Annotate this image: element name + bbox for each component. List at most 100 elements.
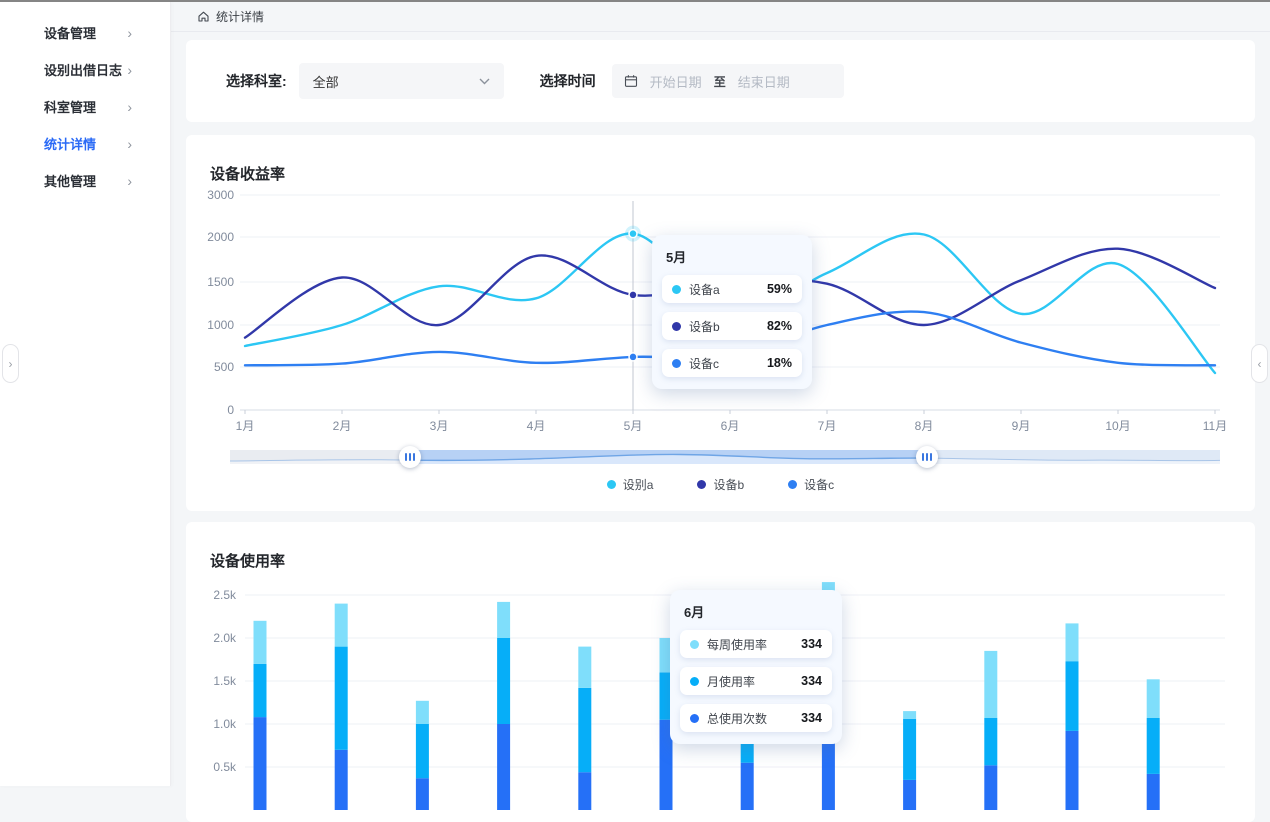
end-date-input[interactable]: 结束日期	[738, 72, 790, 91]
bar-segment	[416, 724, 429, 778]
highlight-dot	[629, 230, 637, 238]
legend-label: 设备c	[804, 476, 834, 493]
x-tick-label: 5月	[624, 419, 643, 433]
sidebar-item-label: 科室管理	[44, 97, 96, 116]
y-tick-label: 0.5k	[213, 760, 237, 774]
sidebar-item-other-management[interactable]: 其他管理 ›	[0, 162, 170, 199]
usage-chart-title: 设备使用率	[210, 550, 285, 571]
tooltip-row: 设备c 18%	[662, 349, 802, 377]
tooltip-row: 总使用次数 334	[680, 704, 832, 732]
highlight-dot	[629, 291, 637, 299]
chevron-down-icon	[479, 78, 490, 85]
bar-segment	[1147, 718, 1160, 774]
usage-chart-tooltip: 6月 每周使用率 334 月使用率 334 总使用次数 334	[670, 590, 842, 744]
legend-item-series-a[interactable]: 设别a	[607, 476, 654, 493]
legend-item-series-b[interactable]: 设备b	[697, 476, 744, 493]
bar-segment	[903, 719, 916, 780]
tooltip-row-value: 18%	[767, 356, 792, 370]
y-tick-label: 1.5k	[213, 674, 237, 688]
bar-segment	[1066, 731, 1079, 810]
bar-segment	[416, 701, 429, 724]
sidebar-item-label: 其他管理	[44, 171, 96, 190]
bar-segment	[1147, 679, 1160, 718]
tooltip-row: 设备b 82%	[662, 312, 802, 340]
tooltip-title: 5月	[666, 247, 802, 266]
sidebar-expand-button[interactable]: ›	[2, 344, 19, 383]
legend-item-series-c[interactable]: 设备c	[788, 476, 834, 493]
bar-segment	[254, 621, 267, 664]
x-tick-label: 11月	[1203, 419, 1227, 433]
breadcrumb-label: 统计详情	[216, 8, 264, 25]
tooltip-row-value: 334	[801, 637, 822, 651]
department-select-value: 全部	[313, 72, 339, 91]
bar-segment	[254, 717, 267, 810]
date-range-separator: 至	[714, 73, 726, 90]
panel-collapse-button[interactable]: ‹	[1251, 344, 1268, 383]
bar-segment	[335, 604, 348, 647]
x-tick-label: 2月	[333, 419, 352, 433]
data-zoom-slider[interactable]	[230, 448, 1220, 468]
y-tick-label: 1.0k	[213, 717, 237, 731]
tooltip-row-value: 82%	[767, 319, 792, 333]
bar-segment	[578, 688, 591, 772]
sidebar-item-lending-log[interactable]: 设别出借日志 ›	[0, 51, 170, 88]
bar-segment	[903, 711, 916, 719]
data-zoom-right-handle[interactable]	[916, 446, 938, 468]
tooltip-title: 6月	[684, 602, 832, 621]
y-tick-label: 0	[227, 403, 234, 417]
bar-segment	[335, 647, 348, 750]
legend-label: 设别a	[623, 476, 654, 493]
x-tick-label: 1月	[236, 419, 255, 433]
date-range-picker[interactable]: 开始日期 至 结束日期	[612, 64, 844, 98]
bar-segment	[1147, 774, 1160, 810]
sidebar-item-device-management[interactable]: 设备管理 ›	[0, 14, 170, 51]
y-tick-label: 1500	[207, 275, 234, 289]
chevron-right-icon: ›	[127, 63, 132, 77]
sidebar-item-label: 设别出借日志	[44, 60, 122, 79]
data-zoom-left-handle[interactable]	[399, 446, 421, 468]
y-tick-label: 500	[214, 360, 234, 374]
sidebar-item-department-management[interactable]: 科室管理 ›	[0, 88, 170, 125]
bar-segment	[254, 664, 267, 717]
bar-segment	[1066, 623, 1079, 661]
department-filter-label: 选择科室:	[226, 71, 287, 91]
sidebar-item-statistics-detail[interactable]: 统计详情 ›	[0, 125, 170, 162]
tooltip-row-value: 334	[801, 674, 822, 688]
sidebar-item-label: 设备管理	[44, 23, 96, 42]
x-tick-label: 4月	[527, 419, 546, 433]
chevron-right-icon: ›	[127, 100, 132, 114]
bar-segment	[741, 763, 754, 810]
window-top-border	[0, 0, 1270, 2]
tooltip-row-value: 59%	[767, 282, 792, 296]
y-tick-label: 2.5k	[213, 588, 237, 602]
revenue-chart-tooltip: 5月 设备a 59% 设备b 82% 设备c 18%	[652, 235, 812, 389]
start-date-input[interactable]: 开始日期	[650, 72, 702, 91]
department-select[interactable]: 全部	[299, 63, 504, 99]
filter-panel: 选择科室: 全部 选择时间 开始日期 至 结束日期	[186, 40, 1255, 122]
tooltip-row-value: 334	[801, 711, 822, 725]
x-tick-label: 8月	[915, 419, 934, 433]
time-filter-label: 选择时间	[540, 71, 596, 91]
bar-segment	[903, 780, 916, 810]
y-tick-label: 3000	[207, 188, 234, 202]
bar-segment	[984, 718, 997, 765]
tooltip-row-label: 设备c	[689, 355, 719, 372]
bar-segment	[984, 651, 997, 718]
monthly-usage-dot-icon	[690, 677, 699, 686]
bar-segment	[497, 724, 510, 810]
highlight-dot	[629, 353, 637, 361]
bar-segment	[984, 765, 997, 810]
breadcrumb: 统计详情	[171, 2, 1270, 32]
legend-label: 设备b	[713, 476, 744, 493]
sidebar: 设备管理 › 设别出借日志 › 科室管理 › 统计详情 › 其他管理 ›	[0, 2, 171, 786]
x-tick-label: 9月	[1012, 419, 1031, 433]
bar-segment	[335, 750, 348, 810]
series-b-dot-icon	[672, 322, 681, 331]
x-tick-label: 3月	[430, 419, 449, 433]
data-zoom-track	[230, 448, 1220, 468]
sidebar-item-label: 统计详情	[44, 134, 96, 153]
bar-segment	[578, 647, 591, 688]
tooltip-row: 月使用率 334	[680, 667, 832, 695]
tooltip-row: 每周使用率 334	[680, 630, 832, 658]
total-usage-dot-icon	[690, 714, 699, 723]
